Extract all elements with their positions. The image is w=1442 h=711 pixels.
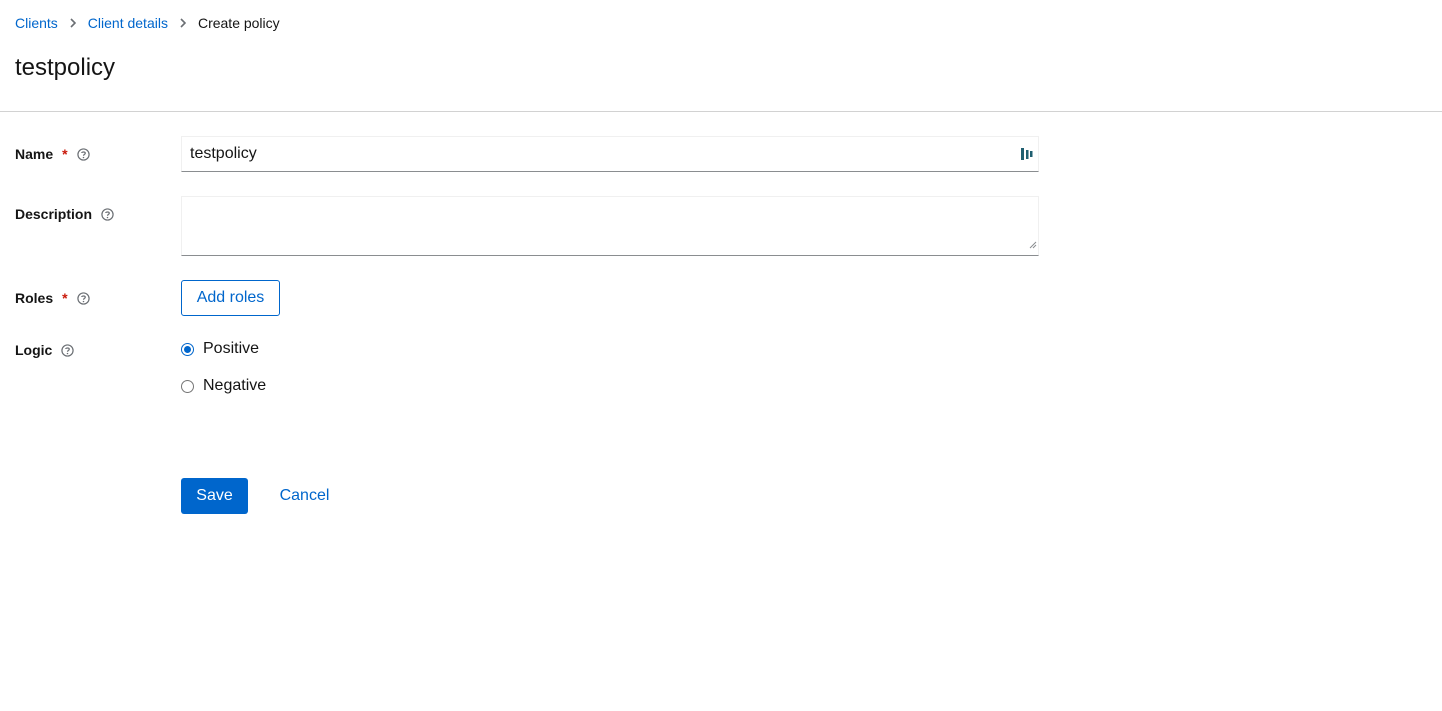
negative-radio-label: Negative	[203, 377, 267, 394]
name-field-wrapper	[181, 136, 1039, 172]
question-circle-icon[interactable]	[101, 207, 114, 221]
add-roles-button[interactable]: Add roles	[181, 280, 280, 316]
question-circle-icon[interactable]	[76, 291, 90, 305]
resize-grip-icon[interactable]	[1029, 236, 1037, 254]
save-button[interactable]: Save	[181, 478, 248, 514]
logic-option-positive[interactable]: Positive	[181, 340, 259, 358]
roles-label-group: Roles *	[15, 288, 90, 308]
cancel-button[interactable]: Cancel	[264, 478, 345, 514]
roles-label: Roles	[15, 290, 54, 306]
question-circle-icon[interactable]	[61, 343, 75, 357]
question-circle-icon[interactable]	[76, 147, 90, 161]
page-header: Clients Client details Create policy tes…	[0, 0, 1442, 112]
description-label-group: Description	[15, 204, 114, 224]
positive-radio[interactable]	[181, 342, 194, 356]
breadcrumb-client-details[interactable]: Client details	[88, 15, 168, 31]
positive-radio-label: Positive	[203, 340, 260, 357]
logic-option-negative[interactable]: Negative	[181, 377, 266, 395]
breadcrumb-clients[interactable]: Clients	[15, 15, 58, 31]
breadcrumb-create-policy: Create policy	[197, 15, 280, 31]
name-label: Name	[15, 146, 54, 162]
logic-label: Logic	[15, 342, 53, 358]
breadcrumb: Clients Client details Create policy	[15, 14, 280, 32]
required-marker: *	[62, 290, 68, 306]
logic-label-group: Logic	[15, 340, 75, 360]
description-label: Description	[15, 206, 93, 222]
required-marker: *	[62, 146, 68, 162]
password-manager-icon[interactable]	[1020, 146, 1034, 167]
negative-radio[interactable]	[181, 379, 194, 393]
page-title: testpolicy	[15, 54, 116, 81]
name-input[interactable]	[182, 137, 1038, 171]
description-field-wrapper	[181, 196, 1039, 256]
chevron-right-icon	[168, 14, 198, 32]
name-label-group: Name *	[15, 144, 90, 164]
description-textarea[interactable]	[182, 197, 1038, 255]
chevron-right-icon	[58, 14, 88, 32]
